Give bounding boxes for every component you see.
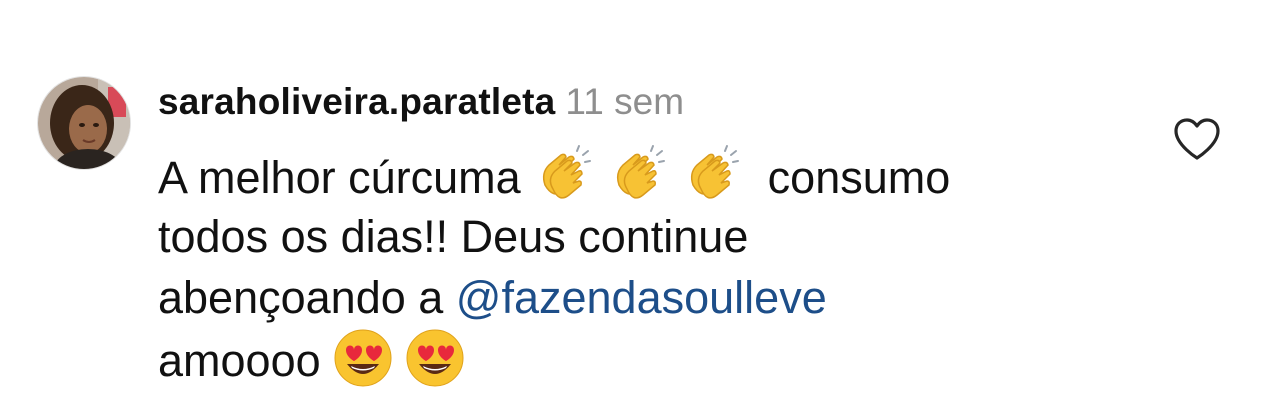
comment-line-2: todos os dias!! Deus continue: [158, 211, 749, 262]
comment-text-segment: consumo: [767, 152, 951, 203]
comment-line-3: abençoando a @fazendasoulleve: [158, 267, 1088, 328]
comment-text-segment: A melhor cúrcuma: [158, 152, 521, 203]
clapping-hands-emoji: [543, 145, 592, 199]
comment: saraholiveira.paratleta 11 sem A melhor c…: [0, 0, 1280, 419]
comment-text: A melhor cúrcuma consumo todos os dias!!…: [158, 145, 1088, 389]
clapping-hands-emoji: [617, 145, 666, 199]
comment-text-segment: abençoando a: [158, 272, 444, 323]
avatar[interactable]: [37, 76, 131, 170]
mention-link[interactable]: @fazendasoulleve: [456, 272, 827, 323]
comment-header: saraholiveira.paratleta 11 sem: [158, 78, 684, 126]
comment-line-1: A melhor cúrcuma consumo: [158, 145, 1088, 206]
comment-line-4: amoooo: [158, 328, 1088, 389]
clapping-hands-emoji: [691, 145, 740, 199]
heart-eyes-emoji: [334, 329, 392, 387]
timestamp: 11 sem: [565, 81, 685, 122]
heart-outline-icon[interactable]: [1172, 116, 1222, 162]
comment-text-segment: amoooo: [158, 335, 321, 386]
username-link[interactable]: saraholiveira.paratleta: [158, 81, 555, 122]
heart-eyes-emoji: [406, 329, 464, 387]
